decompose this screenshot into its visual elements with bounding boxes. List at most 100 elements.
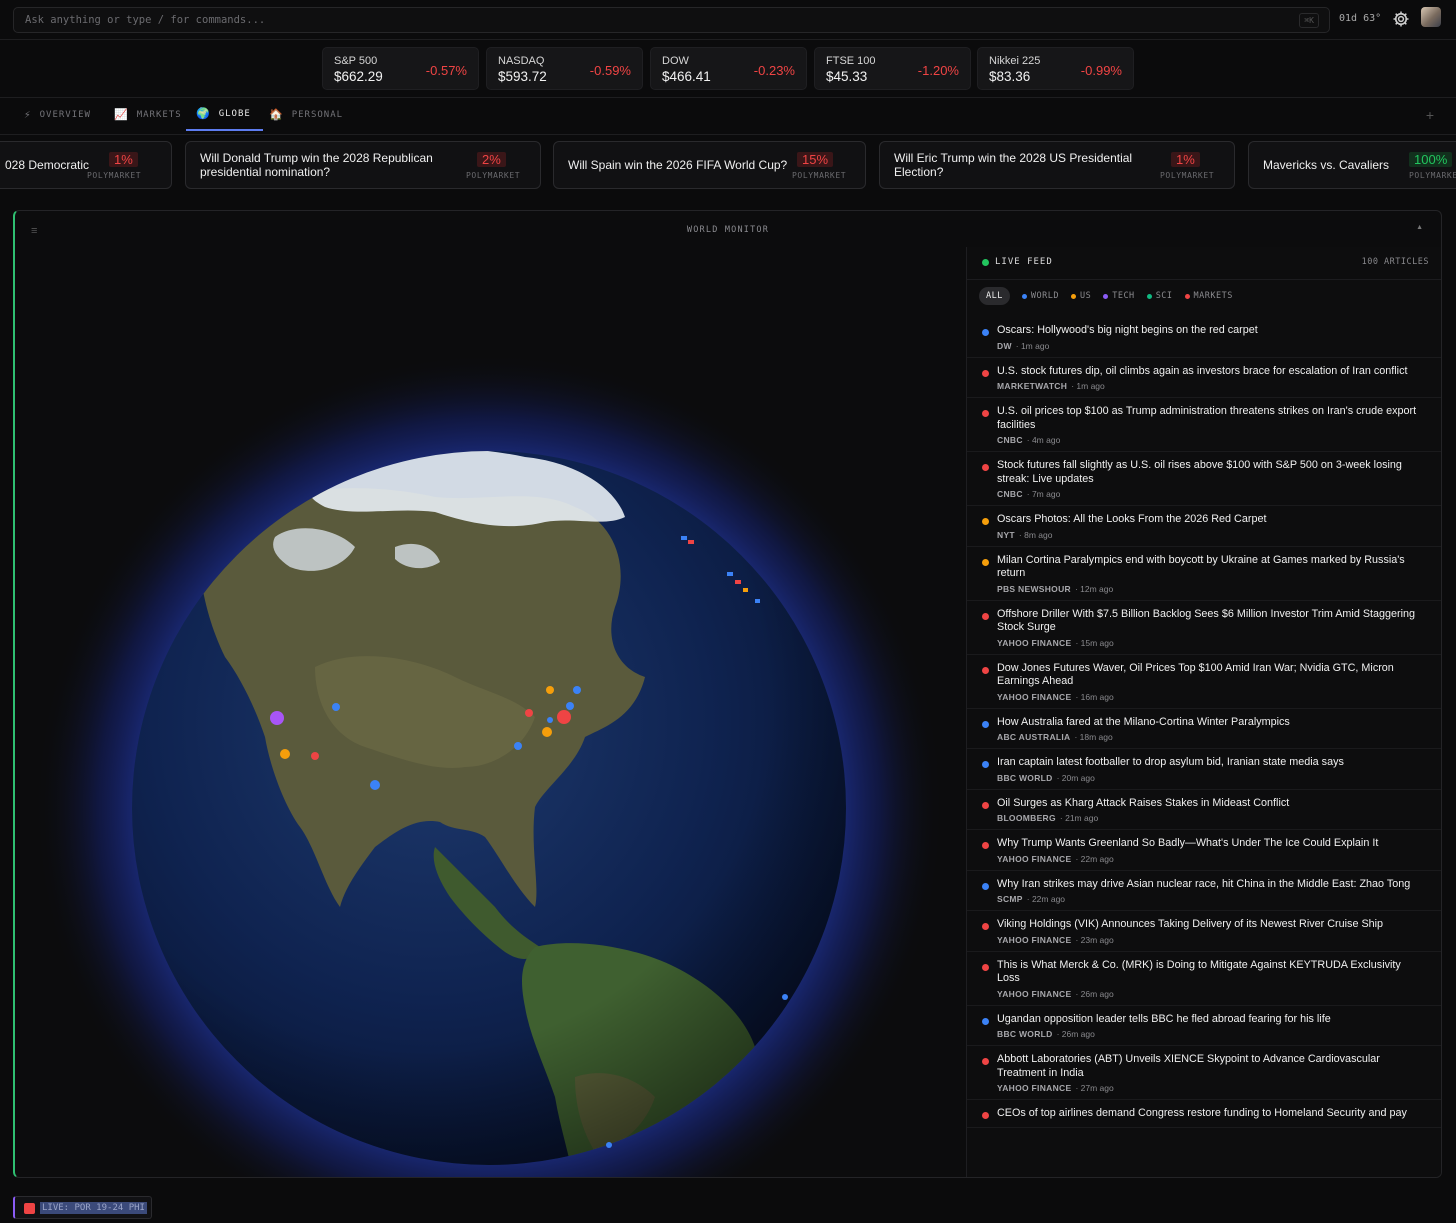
article-title[interactable]: How Australia fared at the Milano-Cortin… [997,716,1424,730]
article-time: · 23m ago [1075,934,1114,945]
article-title[interactable]: This is What Merck & Co. (MRK) is Doing … [997,959,1424,986]
world-monitor-panel: ≡ WORLD MONITOR ▲ LIVE FEED 100 ARTICLES… [13,210,1442,1178]
event-marker[interactable] [557,710,571,724]
article-title[interactable]: Offshore Driller With $7.5 Billion Backl… [997,608,1424,635]
article-title[interactable]: Iran captain latest footballer to drop a… [997,756,1424,770]
feed-item[interactable]: How Australia fared at the Milano-Cortin… [967,709,1441,749]
event-marker[interactable] [782,994,788,1000]
event-marker[interactable] [688,540,694,544]
feed-item[interactable]: Ugandan opposition leader tells BBC he f… [967,1006,1441,1046]
article-title[interactable]: Stock futures fall slightly as U.S. oil … [997,459,1424,486]
live-game-label: LIVE: POR 19-24 PHI [40,1202,147,1214]
article-source: BBC WORLD [997,772,1053,783]
tab-overview[interactable]: ⚡ OVERVIEW [24,98,91,131]
prediction-market-card[interactable]: Will Eric Trump win the 2028 US Presiden… [879,141,1235,189]
event-marker[interactable] [735,580,741,584]
feed-item[interactable]: Why Trump Wants Greenland So Badly—What'… [967,830,1441,871]
article-title[interactable]: Abbott Laboratories (ABT) Unveils XIENCE… [997,1053,1424,1080]
tab-label: OVERVIEW [39,109,91,120]
article-title[interactable]: Dow Jones Futures Waver, Oil Prices Top … [997,662,1424,689]
feed-item[interactable]: CEOs of top airlines demand Congress res… [967,1100,1441,1128]
article-meta: NYT · 8m ago [997,530,1424,540]
event-marker[interactable] [514,742,522,750]
article-title[interactable]: Oil Surges as Kharg Attack Raises Stakes… [997,797,1424,811]
ticker-card[interactable]: S&P 500 $662.29 -0.57% [322,47,479,90]
event-marker[interactable] [525,709,533,717]
article-title[interactable]: CEOs of top airlines demand Congress res… [997,1107,1424,1121]
lightning-icon: ⚡ [24,108,32,121]
article-title[interactable]: Milan Cortina Paralympics end with boyco… [997,554,1424,581]
feed-item[interactable]: Stock futures fall slightly as U.S. oil … [967,452,1441,506]
prediction-market-card[interactable]: Will Spain win the 2026 FIFA World Cup? 1… [553,141,866,189]
feed-item[interactable]: Why Iran strikes may drive Asian nuclear… [967,871,1441,911]
add-tab-button[interactable]: + [1426,107,1434,123]
event-marker[interactable] [370,780,380,790]
feed-item[interactable]: Oil Surges as Kharg Attack Raises Stakes… [967,790,1441,830]
event-marker[interactable] [566,702,574,710]
category-dot [982,329,989,336]
event-marker[interactable] [727,572,733,576]
feed-item[interactable]: U.S. stock futures dip, oil climbs again… [967,358,1441,398]
event-marker[interactable] [573,686,581,694]
feed-item[interactable]: Oscars: Hollywood's big night begins on … [967,317,1441,358]
article-title[interactable]: U.S. stock futures dip, oil climbs again… [997,365,1424,379]
ticker-card[interactable]: DOW $466.41 -0.23% [650,47,807,90]
filter-all[interactable]: ALL [979,287,1010,305]
tab-globe[interactable]: 🌍 GLOBE [186,98,263,131]
search-input[interactable] [14,8,1329,32]
event-marker[interactable] [681,536,687,540]
feed-item[interactable]: Offshore Driller With $7.5 Billion Backl… [967,601,1441,655]
article-title[interactable]: Ugandan opposition leader tells BBC he f… [997,1013,1424,1027]
feed-item[interactable]: This is What Merck & Co. (MRK) is Doing … [967,952,1441,1006]
category-dot [982,882,989,890]
event-marker[interactable] [332,703,340,711]
filter-world[interactable]: WORLD [1021,291,1059,301]
feed-item[interactable]: U.S. oil prices top $100 as Trump admini… [967,398,1441,452]
globe-canvas[interactable] [15,247,965,1177]
tab-markets[interactable]: 📈 MARKETS [114,98,182,131]
feed-item[interactable]: Dow Jones Futures Waver, Oil Prices Top … [967,655,1441,709]
event-marker[interactable] [311,752,319,760]
globe-icon: 🌍 [196,107,211,120]
article-title[interactable]: Oscars: Hollywood's big night begins on … [997,324,1424,338]
filter-us[interactable]: US [1070,291,1091,301]
feed-item[interactable]: Abbott Laboratories (ABT) Unveils XIENCE… [967,1046,1441,1100]
prediction-market-card[interactable]: 028 Democratic 1% POLYMARKET [0,141,172,189]
gear-icon[interactable] [1392,10,1410,28]
event-marker[interactable] [755,599,760,603]
prediction-market-card[interactable]: Will Donald Trump win the 2028 Republica… [185,141,541,189]
event-marker[interactable] [270,711,284,725]
feed-item[interactable]: Viking Holdings (VIK) Announces Taking D… [967,911,1441,952]
event-marker[interactable] [743,588,748,592]
tab-label: MARKETS [136,109,182,120]
article-title[interactable]: Oscars Photos: All the Looks From the 20… [997,513,1424,527]
filter-markets[interactable]: MARKETS [1184,291,1233,301]
avatar[interactable] [1421,7,1441,27]
market-source: POLYMARKET [87,171,142,180]
event-marker[interactable] [606,1142,612,1148]
filter-tech[interactable]: TECH [1103,291,1134,301]
article-title[interactable]: Why Iran strikes may drive Asian nuclear… [997,878,1424,892]
feed-item[interactable]: Iran captain latest footballer to drop a… [967,749,1441,790]
article-title[interactable]: Viking Holdings (VIK) Announces Taking D… [997,918,1424,932]
event-marker[interactable] [542,727,552,737]
ticker-name: DOW [662,55,689,67]
event-marker[interactable] [547,717,553,723]
live-game-button[interactable]: LIVE: POR 19-24 PHI [13,1196,152,1219]
tab-personal[interactable]: 🏠 PERSONAL [269,98,343,131]
event-marker[interactable] [546,686,554,694]
prediction-market-card[interactable]: Mavericks vs. Cavaliers 100% POLYMARKET [1248,141,1456,189]
ticker-card[interactable]: NASDAQ $593.72 -0.59% [486,47,643,90]
event-marker[interactable] [280,749,290,759]
article-title[interactable]: Why Trump Wants Greenland So Badly—What'… [997,837,1424,851]
ticker-card[interactable]: FTSE 100 $45.33 -1.20% [814,47,971,90]
collapse-icon[interactable]: ▲ [1416,224,1423,231]
filter-sci[interactable]: SCI [1146,291,1173,301]
ticker-card[interactable]: Nikkei 225 $83.36 -0.99% [977,47,1134,90]
feed-item[interactable]: Oscars Photos: All the Looks From the 20… [967,506,1441,547]
article-title[interactable]: U.S. oil prices top $100 as Trump admini… [997,405,1424,432]
command-bar[interactable]: ⌘K [13,7,1330,33]
feed-item[interactable]: Milan Cortina Paralympics end with boyco… [967,547,1441,601]
article-source: ABC AUSTRALIA [997,732,1071,742]
globe-view[interactable] [15,247,965,1177]
